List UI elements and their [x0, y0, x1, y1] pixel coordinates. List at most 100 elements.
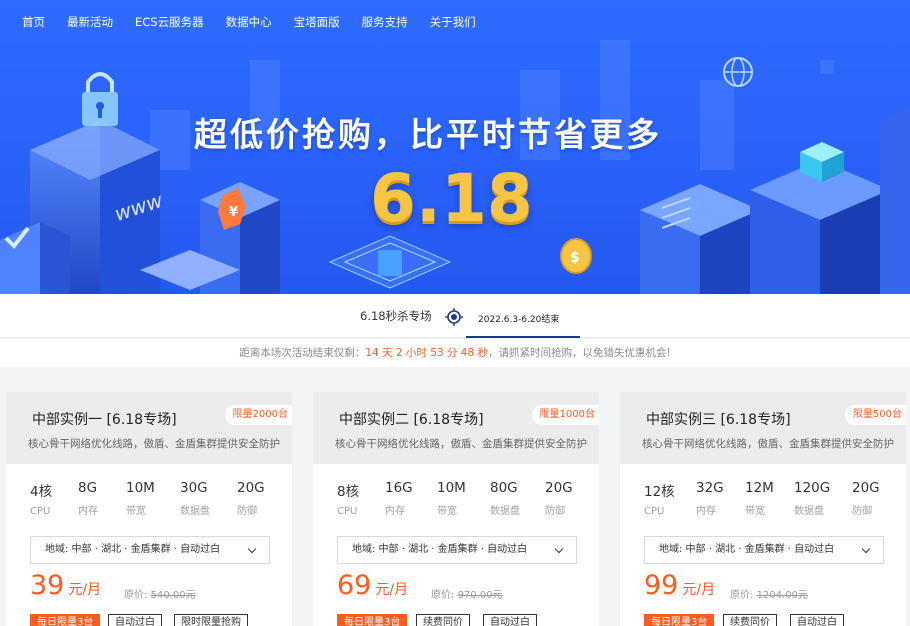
original-price-value: 1204.00元 — [756, 590, 808, 601]
tab-active-session[interactable]: 2022.6.3-6.20结束 — [466, 294, 580, 338]
spec-label: 内存 — [78, 506, 98, 517]
spec-bandwidth: 10M 带宽 — [437, 480, 466, 517]
nav-item-bt-panel[interactable]: 宝塔面版 — [294, 14, 340, 30]
spec-label: 数据盘 — [180, 506, 210, 517]
tag-daily-limit: 每日限量3台 — [337, 614, 408, 626]
limit-badge: 限量500台 — [844, 405, 906, 425]
spec-value: 20G — [545, 480, 573, 496]
card-desc: 核心骨干网络优化线路，傲盾、金盾集群提供安全防护 — [642, 438, 894, 450]
price-value: 69 — [337, 570, 372, 601]
spec-label: 带宽 — [745, 506, 765, 517]
price-unit: 元/月 — [375, 582, 409, 598]
svg-text:$: $ — [570, 250, 580, 266]
price-value: 39 — [30, 570, 65, 601]
card-title: 中部实例一 [6.18专场] — [32, 412, 177, 428]
spec-value: 32G — [696, 480, 724, 496]
price-value: 99 — [644, 570, 679, 601]
tag-same-renewal: 续费同价 — [416, 614, 470, 626]
limit-badge: 限量2000台 — [224, 405, 292, 425]
original-price: 原价: 1204.00元 — [730, 586, 808, 601]
spec-memory: 16G 内存 — [385, 480, 413, 517]
spec-value: 8G — [78, 480, 98, 496]
price: 99 元/月 — [644, 570, 715, 601]
original-price-value: 970.00元 — [457, 590, 503, 601]
spec-cpu: 8核 CPU — [337, 480, 359, 517]
card-header: 中部实例三 [6.18专场] 限量500台 核心骨干网络优化线路，傲盾、金盾集群… — [620, 392, 906, 464]
card-header: 中部实例二 [6.18专场] 限量1000台 核心骨干网络优化线路，傲盾、金盾集… — [313, 392, 599, 464]
spec-label: CPU — [30, 506, 51, 517]
region-value: 地域: 中部 · 湖北 · 金盾集群 · 自动过白 — [352, 544, 528, 555]
spec-defense: 20G 防御 — [852, 480, 880, 517]
card-desc: 核心骨干网络优化线路，傲盾、金盾集群提供安全防护 — [335, 438, 587, 450]
countdown-bar: 距离本场次活动结束仅剩：14 天 2 小时 53 分 48 秒，请抓紧时间抢购，… — [0, 339, 910, 367]
region-select[interactable]: 地域: 中部 · 湖北 · 金盾集群 · 自动过白 — [644, 536, 884, 564]
tag-same-renewal: 续费同价 — [723, 614, 777, 626]
original-price-label: 原价: — [431, 590, 455, 601]
original-price: 原价: 540.00元 — [124, 586, 196, 601]
spec-value: 30G — [180, 480, 208, 496]
hero-banner: ¥ $ www 首页 最新活动 ECS云服务器 数据中心 宝塔面版 服务支持 关… — [0, 0, 910, 294]
spec-label: CPU — [644, 506, 665, 517]
card-title: 中部实例三 [6.18专场] — [646, 412, 791, 428]
region-select[interactable]: 地域: 中部 · 湖北 · 金盾集群 · 自动过白 — [337, 536, 577, 564]
card-desc: 核心骨干网络优化线路，傲盾、金盾集群提供安全防护 — [28, 438, 280, 450]
nav-item-home[interactable]: 首页 — [22, 14, 45, 30]
card-header: 中部实例一 [6.18专场] 限量2000台 核心骨干网络优化线路，傲盾、金盾集… — [6, 392, 292, 464]
tag-daily-limit: 每日限量3台 — [644, 614, 715, 626]
tag-auto-whitelist: 自动过白 — [483, 614, 537, 626]
nav-item-data-center[interactable]: 数据中心 — [226, 14, 272, 30]
spec-memory: 32G 内存 — [696, 480, 724, 517]
svg-text:¥: ¥ — [229, 205, 238, 220]
spec-value: 8核 — [337, 484, 360, 500]
card-title: 中部实例二 [6.18专场] — [339, 412, 484, 428]
spec-label: 内存 — [385, 506, 405, 517]
chevron-down-icon — [247, 544, 257, 554]
hero-618: 6.18 — [370, 160, 533, 237]
tab-date: 2022.6.3-6.20结束 — [478, 315, 560, 325]
spec-value: 4核 — [30, 484, 53, 500]
spec-label: 数据盘 — [490, 506, 520, 517]
spec-value: 20G — [852, 480, 880, 496]
top-nav: 首页 最新活动 ECS云服务器 数据中心 宝塔面版 服务支持 关于我们 — [0, 0, 910, 44]
countdown-time: 14 天 2 小时 53 分 48 秒 — [365, 347, 488, 359]
nav-item-ecs[interactable]: ECS云服务器 — [135, 14, 204, 30]
session-tabs: 6.18秒杀专场 2022.6.3-6.20结束 — [0, 294, 910, 338]
region-select[interactable]: 地域: 中部 · 湖北 · 金盾集群 · 自动过白 — [30, 536, 270, 564]
spec-memory: 8G 内存 — [78, 480, 98, 517]
spec-label: 带宽 — [437, 506, 457, 517]
countdown-prefix: 距离本场次活动结束仅剩： — [239, 347, 366, 359]
region-value: 地域: 中部 · 湖北 · 金盾集群 · 自动过白 — [45, 544, 221, 555]
spec-label: 数据盘 — [794, 506, 824, 517]
spec-cpu: 12核 CPU — [644, 480, 675, 517]
target-icon — [445, 308, 463, 326]
spec-defense: 20G 防御 — [237, 480, 265, 517]
spec-value: 20G — [237, 480, 265, 496]
spec-bandwidth: 10M 带宽 — [126, 480, 155, 517]
chevron-down-icon — [554, 544, 564, 554]
original-price-label: 原价: — [124, 590, 148, 601]
tag-auto-whitelist: 自动过白 — [108, 614, 162, 626]
original-price-label: 原价: — [730, 590, 754, 601]
chevron-down-icon — [861, 544, 871, 554]
tab-flash-sale[interactable]: 6.18秒杀专场 — [360, 308, 432, 324]
spec-value: 120G — [794, 480, 831, 496]
spec-value: 80G — [490, 480, 518, 496]
spec-defense: 20G 防御 — [545, 480, 573, 517]
spec-label: CPU — [337, 506, 358, 517]
nav-item-latest-activity[interactable]: 最新活动 — [67, 14, 113, 30]
product-card-3: 中部实例三 [6.18专场] 限量500台 核心骨干网络优化线路，傲盾、金盾集群… — [620, 392, 906, 626]
nav-item-about[interactable]: 关于我们 — [430, 14, 476, 30]
spec-value: 12M — [745, 480, 774, 496]
spec-cpu: 4核 CPU — [30, 480, 52, 517]
spec-label: 防御 — [852, 506, 872, 517]
spec-value: 16G — [385, 480, 413, 496]
price: 39 元/月 — [30, 570, 101, 601]
region-value: 地域: 中部 · 湖北 · 金盾集群 · 自动过白 — [659, 544, 835, 555]
spec-label: 带宽 — [126, 506, 146, 517]
spec-value: 10M — [126, 480, 155, 496]
spec-disk: 120G 数据盘 — [794, 480, 830, 517]
spec-label: 内存 — [696, 506, 716, 517]
spec-label: 防御 — [545, 506, 565, 517]
nav-item-support[interactable]: 服务支持 — [362, 14, 408, 30]
hero-title: 超低价抢购，比平时节省更多 — [194, 115, 662, 154]
